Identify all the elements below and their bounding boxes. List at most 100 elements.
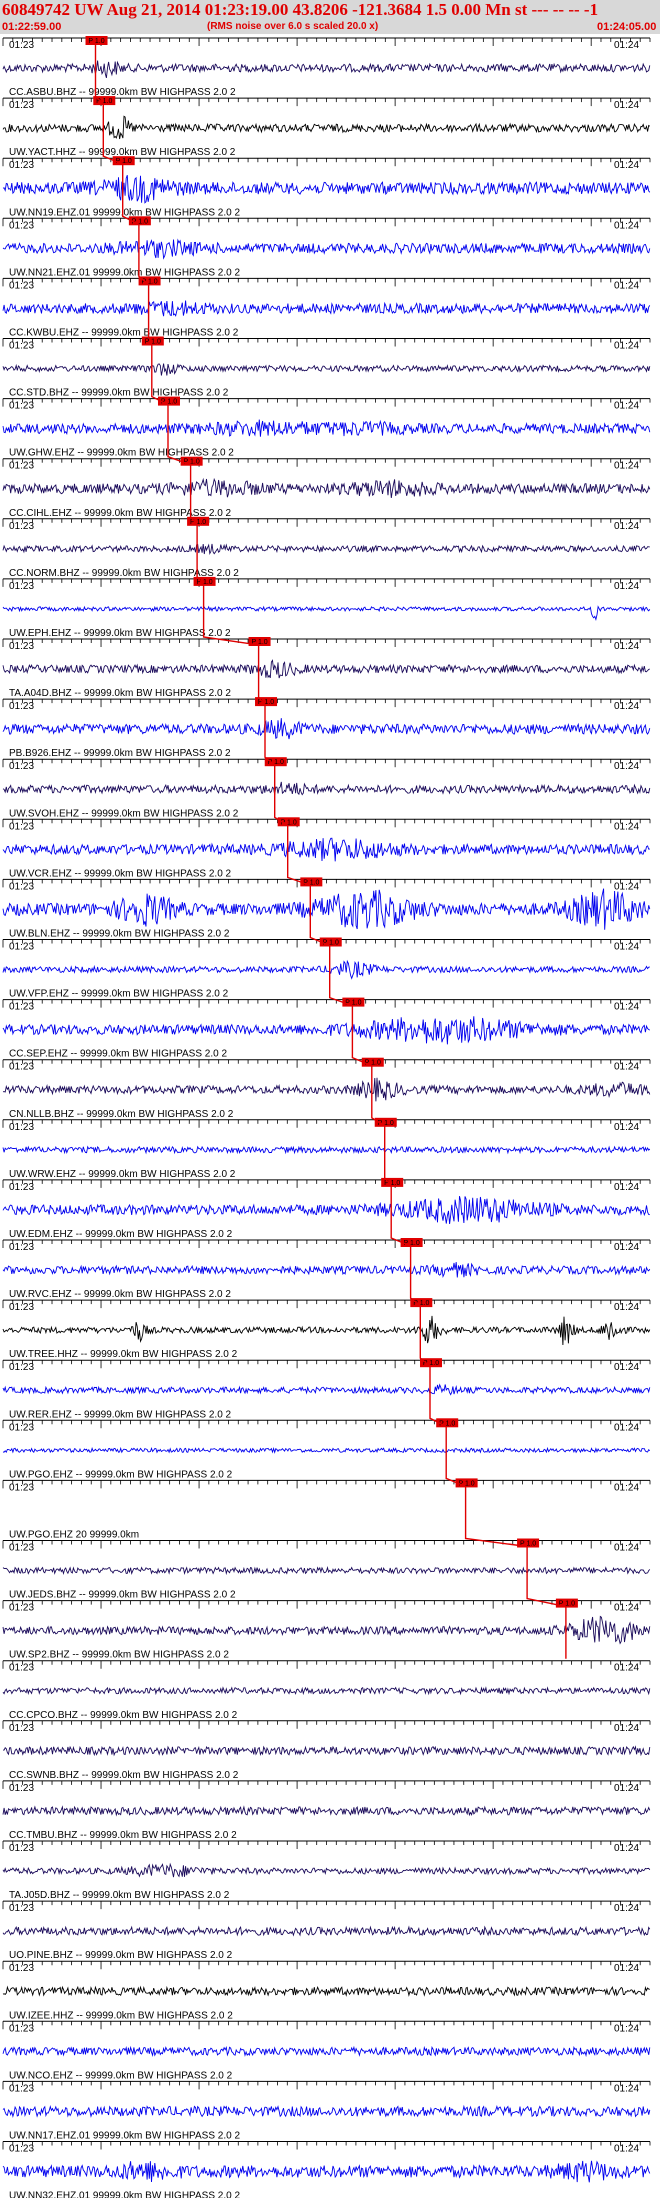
- station-row: 01:23 01:24 CC.STD.BHZ -- 99999.0km BW HIG…: [2, 338, 651, 399]
- waveform-trace: [2, 543, 650, 555]
- time-label-left: 01:23: [9, 942, 34, 953]
- pick-label: P 1.0: [268, 759, 284, 766]
- station-label: UW.BLN.EHZ -- 99999.0km BW HIGHPASS 2.0 …: [9, 929, 230, 940]
- time-label-left: 01:23: [9, 1302, 34, 1313]
- time-label-right: 01:24: [614, 1783, 639, 1794]
- waveform-trace: [2, 1805, 651, 1817]
- time-label-left: 01:23: [9, 1362, 34, 1373]
- station-label: UW.VCR.EHZ -- 99999.0km BW HIGHPASS 2.0 …: [9, 868, 232, 879]
- station-row: 01:23 01:24 CC.ASBU.BHZ -- 99999.0km BW HI…: [2, 37, 651, 98]
- station-label: UO.PINE.BHZ -- 99999.0km BW HIGHPASS 2.0…: [9, 1950, 233, 1961]
- station-row: 01:23 01:24 UW.TREE.HHZ -- 99999.0km BW HI…: [2, 1299, 651, 1360]
- time-label-right: 01:24: [614, 280, 639, 291]
- station-row: 01:23 01:24 CC.TMBU.BHZ -- 99999.0km BW HI…: [2, 1780, 651, 1841]
- waveform-trace: [2, 60, 651, 79]
- station-row: 01:23 01:24 TA.J05D.BHZ -- 99999.0km BW HI…: [2, 1840, 651, 1901]
- time-label-right: 01:24: [614, 821, 639, 832]
- time-label-right: 01:24: [614, 1843, 639, 1854]
- time-label-left: 01:23: [9, 1242, 34, 1253]
- pick-label: P 1.0: [303, 879, 319, 886]
- waveform-trace: [2, 2160, 651, 2183]
- station-row: 01:23 01:24 UW.SVOH.EHZ -- 99999.0km BW HI…: [2, 758, 651, 819]
- waveform-trace: [2, 2104, 651, 2118]
- station-row: 01:23 01:24CC.CIHL.EHZ -- 99999.0km BW HI…: [2, 458, 651, 519]
- station-label: CC.KWBU.EHZ -- 99999.0km BW HIGHPASS 2.0…: [9, 328, 239, 339]
- waveform-trace: [2, 1383, 651, 1396]
- time-label-right: 01:24: [614, 1062, 639, 1073]
- time-label-left: 01:23: [9, 160, 34, 171]
- station-label: TA.A04D.BHZ -- 99999.0km BW HIGHPASS 2.0…: [9, 688, 231, 699]
- time-label-left: 01:23: [9, 40, 34, 51]
- time-label-left: 01:23: [9, 1843, 34, 1854]
- time-label-right: 01:24: [614, 942, 639, 953]
- time-label-right: 01:24: [614, 1963, 639, 1974]
- time-label-left: 01:23: [9, 821, 34, 832]
- station-label: UW.SP2.BHZ -- 99999.0km BW HIGHPASS 2.0 …: [9, 1650, 229, 1661]
- waveform-trace: [2, 1686, 651, 1696]
- station-label: CN.NLLB.BHZ -- 99999.0km BW HIGHPASS 2.0…: [9, 1109, 234, 1120]
- waveform-trace: [2, 1195, 650, 1224]
- waveform-trace: [2, 1016, 651, 1045]
- time-label-left: 01:23: [9, 1482, 34, 1493]
- event-title: 60849742 UW Aug 21, 2014 01:23:19.00 43.…: [2, 0, 599, 19]
- station-label: UW.EDM.EHZ -- 99999.0km BW HIGHPASS 2.0 …: [9, 1229, 233, 1240]
- station-row: 01:23 01:24 UW.NN17.EHZ.01 99999.0km BW HI…: [2, 2080, 651, 2142]
- end-time: 01:24:05.00: [597, 21, 657, 33]
- waveform-trace: [2, 1262, 651, 1278]
- time-label-right: 01:24: [614, 1482, 639, 1493]
- station-row: 01:23 01:24 UW.BLN.EHZ -- 99999.0km BW HIG…: [2, 878, 651, 940]
- station-row: 01:23 01:24UW.GHW.EHZ -- 99999.0km BW HIG…: [2, 398, 651, 459]
- waveform-trace: [2, 2045, 651, 2058]
- time-label-right: 01:24: [614, 1302, 639, 1313]
- pick-label: P 1.0: [141, 278, 157, 285]
- time-label-right: 01:24: [614, 461, 639, 472]
- time-label-right: 01:24: [614, 1663, 639, 1674]
- waveform-trace: [2, 605, 651, 621]
- time-label-right: 01:24: [614, 160, 639, 171]
- time-label-left: 01:23: [9, 1422, 34, 1433]
- time-label-right: 01:24: [614, 401, 639, 412]
- station-label: UW.RVC.EHZ -- 99999.0km BW HIGHPASS 2.0 …: [9, 1289, 231, 1300]
- time-label-right: 01:24: [614, 701, 639, 712]
- station-label: PB.B926.EHZ -- 99999.0km BW HIGHPASS 2.0…: [9, 748, 231, 759]
- time-label-left: 01:23: [9, 100, 34, 111]
- time-label-left: 01:23: [9, 2144, 34, 2155]
- station-row: 01:23 01:24 UW.NCO.EHZ -- 99999.0km BW HIG…: [2, 2020, 651, 2081]
- time-label-right: 01:24: [614, 1002, 639, 1013]
- station-label: UW.VFP.EHZ -- 99999.0km BW HIGHPASS 2.0 …: [9, 989, 229, 1000]
- waveform-trace: [2, 419, 651, 437]
- time-label-left: 01:23: [9, 881, 34, 892]
- station-label: CC.TMBU.BHZ -- 99999.0km BW HIGHPASS 2.0…: [9, 1830, 237, 1841]
- station-label: UW.PGO.EHZ 20 99999.0km: [9, 1530, 139, 1541]
- time-label-left: 01:23: [9, 1663, 34, 1674]
- time-label-left: 01:23: [9, 1122, 34, 1133]
- station-label: UW.IZEE.HHZ -- 99999.0km BW HIGHPASS 2.0…: [9, 2010, 233, 2021]
- waveform-trace: [2, 1985, 650, 1997]
- station-label: UW.NN17.EHZ.01 99999.0km BW HIGHPASS 2.0…: [9, 2131, 240, 2142]
- station-row: 01:23 01:24 UW.RVC.EHZ -- 99999.0km BW HIG…: [2, 1239, 651, 1300]
- station-row: 01:23 01:24 CC.SEP.EHZ -- 99999.0km BW HIG…: [2, 999, 651, 1060]
- time-label-left: 01:23: [9, 1543, 34, 1554]
- time-label-right: 01:24: [614, 1182, 639, 1193]
- time-label-left: 01:23: [9, 280, 34, 291]
- time-label-right: 01:24: [614, 1903, 639, 1914]
- station-label: CC.SWNB.BHZ -- 99999.0km BW HIGHPASS 2.0…: [9, 1770, 239, 1781]
- time-label-right: 01:24: [614, 1122, 639, 1133]
- time-label-right: 01:24: [614, 1723, 639, 1734]
- time-label-left: 01:23: [9, 701, 34, 712]
- waveform-trace: [2, 888, 651, 930]
- time-label-right: 01:24: [614, 220, 639, 231]
- station-row: 01:23 01:24 UW.PGO.EHZ -- 99999.0km BW HIG…: [2, 1419, 651, 1480]
- station-label: UW.NN21.EHZ.01 99999.0km BW HIGHPASS 2.0…: [9, 267, 240, 278]
- station-row: 01:23 01:24UW.NN19.EHZ.01 99999.0km BW HI…: [2, 157, 651, 218]
- station-row: 01:23 01:24 UW.SP2.BHZ -- 99999.0km BW HIG…: [2, 1600, 651, 1661]
- seismogram-panel: 01:23 01:24 CC.ASBU.BHZ -- 99999.0km BW HI…: [2, 36, 651, 2198]
- time-label-right: 01:24: [614, 2083, 639, 2094]
- station-label: CC.ASBU.BHZ -- 99999.0km BW HIGHPASS 2.0…: [9, 87, 236, 98]
- station-row: 01:23 01:24 UW.WRW.EHZ -- 99999.0km BW HIG…: [2, 1119, 651, 1180]
- time-label-left: 01:23: [9, 1723, 34, 1734]
- time-label-left: 01:23: [9, 1182, 34, 1193]
- time-label-right: 01:24: [614, 1362, 639, 1373]
- station-row: 01:23 01:24 CC.SWNB.BHZ -- 99999.0km BW HI…: [2, 1720, 651, 1781]
- station-row: 01:23 01:24 UW.VFP.EHZ -- 99999.0km BW HIG…: [2, 939, 651, 1000]
